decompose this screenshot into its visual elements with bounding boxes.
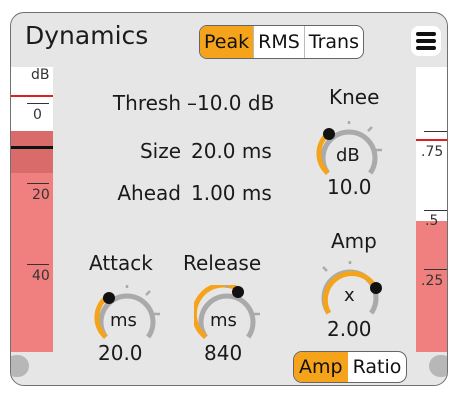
- header: Dynamics Peak RMS Trans: [11, 13, 447, 65]
- menu-button[interactable]: [411, 26, 441, 56]
- mode-selector: Peak RMS Trans: [199, 25, 364, 59]
- knob-pointer: [232, 286, 244, 298]
- amp-value[interactable]: 2.00: [327, 317, 372, 341]
- knob-pointer: [323, 128, 335, 140]
- meter-tick-label: .75: [421, 144, 444, 160]
- knob-pointer: [103, 292, 115, 304]
- meter-gain-reduction: [11, 131, 53, 173]
- attack-value[interactable]: 20.0: [98, 341, 143, 365]
- hamburger-icon-bar: [416, 32, 436, 36]
- release-label: Release: [183, 251, 262, 275]
- amp-option-button[interactable]: Amp: [294, 352, 348, 382]
- mode-rms-button[interactable]: RMS: [253, 26, 304, 58]
- ahead-value[interactable]: 1.00 ms: [191, 181, 272, 205]
- attack-label: Attack: [89, 251, 153, 275]
- meter-tick-label: 40: [32, 268, 50, 284]
- meter-tick: [27, 183, 49, 184]
- meter-tick: [424, 269, 447, 270]
- left-scroll-handle[interactable]: [11, 355, 29, 377]
- right-scroll-handle[interactable]: [429, 355, 447, 377]
- meter-level-marker: [11, 146, 53, 149]
- knee-label: Knee: [329, 85, 380, 109]
- meter-tick: [424, 210, 447, 211]
- mode-peak-button[interactable]: Peak: [200, 26, 254, 58]
- meter-tick: [27, 103, 49, 104]
- mode-trans-button[interactable]: Trans: [303, 26, 363, 58]
- size-value[interactable]: 20.0 ms: [191, 139, 272, 163]
- hamburger-icon-bar: [416, 39, 436, 43]
- meter-tick: [424, 131, 447, 132]
- threshold-line: [11, 95, 53, 97]
- knee-unit: dB: [336, 145, 360, 166]
- gain-curve-meter: .75 .5 .25: [416, 67, 447, 352]
- attack-unit: ms: [110, 310, 137, 331]
- meter-tick-label: .25: [421, 273, 444, 289]
- release-unit: ms: [210, 310, 237, 331]
- amp-label: Amp: [331, 229, 377, 253]
- meter-tick: [27, 264, 49, 265]
- ahead-label: Ahead: [117, 181, 181, 205]
- amp-ratio-toggle: Amp Ratio: [293, 351, 408, 383]
- knee-value[interactable]: 10.0: [327, 175, 372, 199]
- meter-tick-label: .5: [425, 213, 439, 229]
- panel-title: Dynamics: [25, 21, 149, 50]
- hamburger-icon-bar: [416, 46, 436, 50]
- size-label: Size: [139, 139, 181, 163]
- release-value[interactable]: 840: [204, 341, 242, 365]
- knob-ticks: [322, 261, 352, 272]
- amp-unit: x: [344, 285, 355, 306]
- thresh-value[interactable]: –10.0 dB: [187, 91, 274, 115]
- dynamics-panel: Dynamics Peak RMS Trans dB 0 20 40 .75 .…: [10, 12, 448, 386]
- meter-unit-label: dB: [31, 67, 50, 83]
- meter-tick-label: 0: [33, 107, 42, 123]
- knob-pointer: [370, 282, 382, 294]
- input-level-meter: dB 0 20 40: [11, 67, 53, 352]
- ratio-option-button[interactable]: Ratio: [348, 352, 407, 382]
- thresh-label: Thresh: [112, 91, 181, 115]
- amp-marker-line: [416, 139, 447, 141]
- meter-tick-label: 20: [32, 187, 50, 203]
